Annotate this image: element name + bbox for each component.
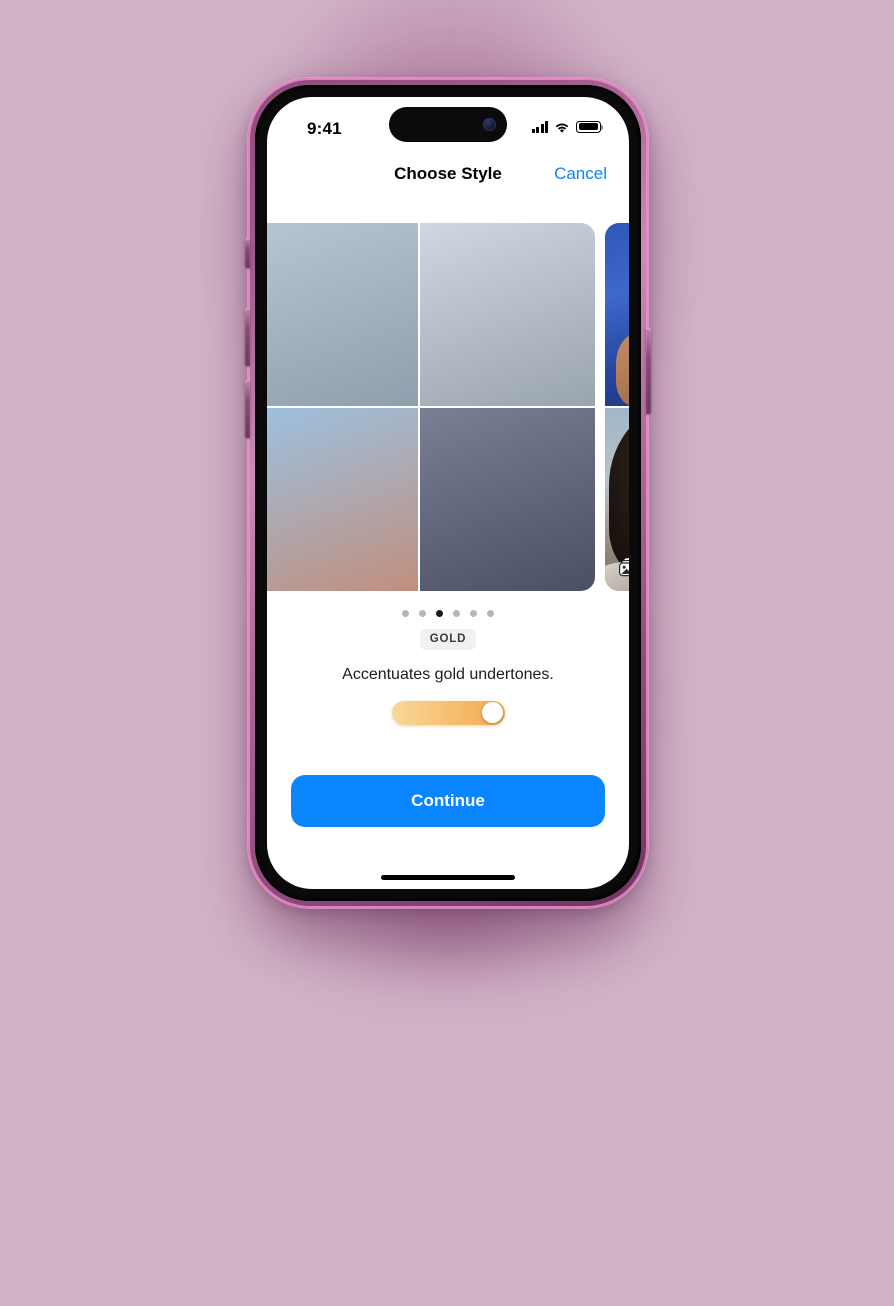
iphone-device-mockup: 9:41 Choose Style Cancel GOLD Accentuate… bbox=[245, 78, 651, 908]
intensity-slider[interactable] bbox=[391, 700, 505, 725]
page-title: Choose Style bbox=[394, 164, 502, 183]
dynamic-island bbox=[389, 107, 507, 142]
camera-lens-icon bbox=[483, 118, 496, 131]
status-bar-time: 9:41 bbox=[307, 119, 342, 138]
style-badge-row: GOLD bbox=[267, 629, 629, 650]
gold-style-card[interactable] bbox=[605, 223, 629, 591]
carousel-track[interactable] bbox=[267, 223, 629, 591]
style-preview-tile bbox=[420, 223, 595, 406]
style-description: Accentuates gold undertones. bbox=[342, 665, 554, 683]
status-bar-indicators bbox=[531, 119, 604, 133]
device-screen: 9:41 Choose Style Cancel GOLD Accentuate… bbox=[267, 97, 629, 889]
page-dot[interactable] bbox=[419, 610, 426, 617]
previous-style-card[interactable] bbox=[267, 223, 595, 591]
page-dot[interactable] bbox=[487, 610, 494, 617]
style-name-badge: GOLD bbox=[419, 629, 477, 650]
navigation-bar: Choose Style Cancel bbox=[267, 151, 629, 197]
page-dot-active[interactable] bbox=[436, 610, 443, 617]
photo-tile-closeup-portrait bbox=[605, 408, 629, 591]
device-bezel: 9:41 Choose Style Cancel GOLD Accentuate… bbox=[255, 85, 641, 901]
page-dot[interactable] bbox=[453, 610, 460, 617]
cancel-button[interactable]: Cancel bbox=[554, 164, 607, 184]
photo-tile-sunglasses bbox=[605, 223, 629, 406]
slider-row bbox=[267, 700, 629, 725]
home-indicator[interactable] bbox=[381, 875, 515, 880]
continue-button[interactable]: Continue bbox=[291, 775, 605, 827]
volume-down-button[interactable] bbox=[245, 380, 250, 438]
wifi-icon bbox=[554, 121, 570, 133]
background-shadow bbox=[170, 880, 730, 1090]
style-preview-tile bbox=[267, 223, 418, 406]
photo-stack-icon[interactable] bbox=[619, 557, 629, 577]
carousel-page-dots[interactable] bbox=[267, 610, 629, 617]
style-carousel[interactable] bbox=[267, 223, 629, 591]
battery-full-icon bbox=[576, 120, 604, 133]
signal-bars-icon bbox=[531, 121, 548, 133]
volume-up-button[interactable] bbox=[245, 308, 250, 366]
power-button[interactable] bbox=[646, 328, 651, 414]
style-preview-tile bbox=[420, 408, 595, 591]
status-bar: 9:41 bbox=[267, 97, 629, 151]
footer-actions: Continue bbox=[291, 775, 605, 827]
action-button[interactable] bbox=[245, 238, 250, 268]
style-preview-tile bbox=[267, 408, 418, 591]
page-dot[interactable] bbox=[470, 610, 477, 617]
slider-knob[interactable] bbox=[482, 702, 503, 723]
page-dot[interactable] bbox=[402, 610, 409, 617]
